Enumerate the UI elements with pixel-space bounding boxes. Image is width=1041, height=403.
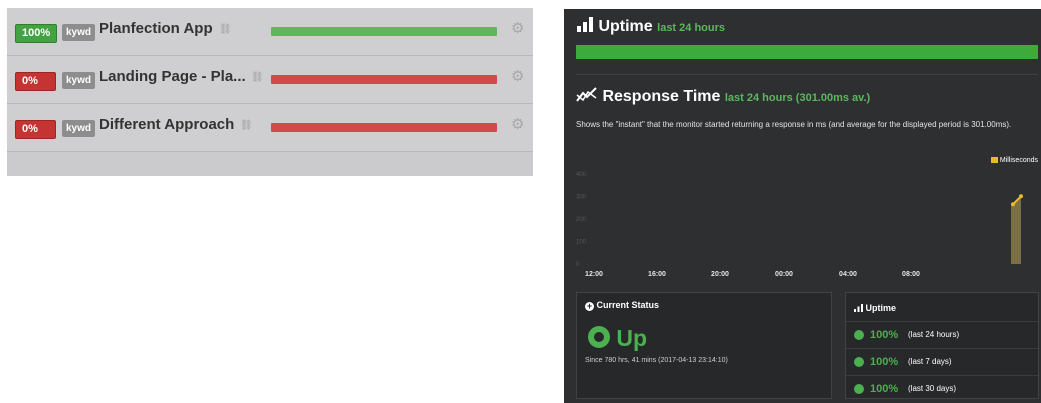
- uptime-period: (last 24 hours): [908, 330, 960, 339]
- monitor-list: 100% kywd Planfection App ⛓ ⚙ 0% kywd La…: [7, 8, 533, 176]
- response-time-description: Shows the "instant" that the monitor sta…: [576, 120, 1012, 129]
- link-icon[interactable]: ⛓: [240, 121, 253, 131]
- status-since: Since 780 hrs, 41 mins (2017-04-13 23:14…: [585, 357, 728, 364]
- uptime-period: last 24 hours: [657, 22, 725, 34]
- gear-icon[interactable]: ⚙: [511, 69, 524, 84]
- keyword-type-badge: kywd: [62, 120, 96, 137]
- uptime-24h-bar: [576, 45, 1038, 59]
- status-dot-icon: [854, 357, 864, 367]
- status-dot-icon: [854, 384, 864, 394]
- link-icon[interactable]: ⛓: [251, 73, 264, 83]
- x-tick-label: 16:00: [648, 271, 666, 278]
- y-tick-label: 100: [576, 240, 587, 246]
- plus-circle-icon: +: [585, 301, 594, 311]
- x-tick-label: 04:00: [839, 271, 857, 278]
- monitor-detail-panel: Uptime last 24 hours Response Time last …: [564, 9, 1041, 403]
- keyword-type-badge: kywd: [62, 24, 96, 41]
- y-tick-label: 300: [576, 195, 587, 201]
- link-icon[interactable]: ⛓: [219, 25, 232, 35]
- monitor-row[interactable]: 0% kywd Different Approach ⛓ ⚙: [7, 104, 533, 152]
- uptime-badge: 0%: [15, 120, 56, 139]
- divider: [576, 74, 1038, 75]
- monitor-row[interactable]: 0% kywd Landing Page - Pla... ⛓ ⚙: [7, 56, 533, 104]
- legend-label: Milliseconds: [999, 157, 1038, 164]
- uptime-bar: [271, 123, 497, 132]
- response-time-header: Response Time last 24 hours (301.00ms av…: [576, 87, 870, 106]
- monitor-name[interactable]: Planfection App: [99, 20, 213, 37]
- status-text: Up: [616, 325, 648, 351]
- uptime-bar: [271, 27, 497, 36]
- uptime-header: Uptime last 24 hours: [577, 17, 725, 36]
- bar-chart-icon: [854, 304, 863, 312]
- uptime-period: (last 30 days): [908, 384, 957, 393]
- list-footer: [7, 152, 533, 176]
- trend-line-icon: [576, 87, 597, 102]
- current-status-title: + Current Status: [585, 300, 660, 311]
- uptime-badge: 100%: [15, 24, 58, 43]
- gear-icon[interactable]: ⚙: [511, 21, 524, 36]
- legend-swatch: [990, 157, 998, 164]
- data-point: [1019, 194, 1023, 199]
- response-time-period: last 24 hours (301.00ms av.): [724, 92, 871, 104]
- uptime-row: 100% (last 7 days): [846, 348, 1038, 375]
- y-tick-label: 0: [576, 262, 580, 268]
- uptime-row: 100% (last 24 hours): [846, 321, 1038, 348]
- x-tick-label: 00:00: [775, 271, 793, 278]
- uptime-value: 100%: [870, 329, 899, 341]
- bar-chart-icon: [577, 17, 593, 32]
- uptime-badge: 0%: [15, 72, 56, 91]
- keyword-type-badge: kywd: [62, 72, 96, 89]
- uptime-value: 100%: [870, 356, 899, 368]
- chart-legend: Milliseconds: [990, 157, 1038, 164]
- monitor-name[interactable]: Different Approach: [99, 116, 234, 133]
- gear-icon[interactable]: ⚙: [511, 117, 524, 132]
- status-up: Up: [588, 325, 647, 352]
- series-area: [1011, 196, 1021, 264]
- uptime-summary-title: Uptime: [854, 303, 896, 313]
- x-tick-label: 08:00: [902, 271, 920, 278]
- status-up-icon: [588, 326, 610, 348]
- uptime-period: (last 7 days): [908, 357, 952, 366]
- monitor-row[interactable]: 100% kywd Planfection App ⛓ ⚙: [7, 8, 533, 56]
- uptime-bar: [271, 75, 497, 84]
- data-point: [1011, 202, 1015, 207]
- x-tick-label: 12:00: [585, 271, 603, 278]
- response-time-title: Response Time: [602, 88, 721, 105]
- current-status-box: + Current Status Up Since 780 hrs, 41 mi…: [576, 292, 832, 399]
- monitor-name[interactable]: Landing Page - Pla...: [99, 68, 246, 85]
- uptime-value: 100%: [870, 383, 899, 395]
- uptime-row: 100% (last 30 days): [846, 375, 1038, 402]
- y-tick-label: 400: [576, 172, 587, 178]
- response-time-chart: 400 300 200 100 0 12:00 16:00 20:00 00:00 04:00 08…: [576, 172, 1023, 278]
- x-tick-label: 20:00: [711, 271, 729, 278]
- uptime-summary-box: Uptime 100% (last 24 hours) 100% (last 7…: [845, 292, 1039, 399]
- status-dot-icon: [854, 330, 864, 340]
- uptime-title: Uptime: [598, 18, 653, 35]
- y-tick-label: 200: [576, 217, 587, 223]
